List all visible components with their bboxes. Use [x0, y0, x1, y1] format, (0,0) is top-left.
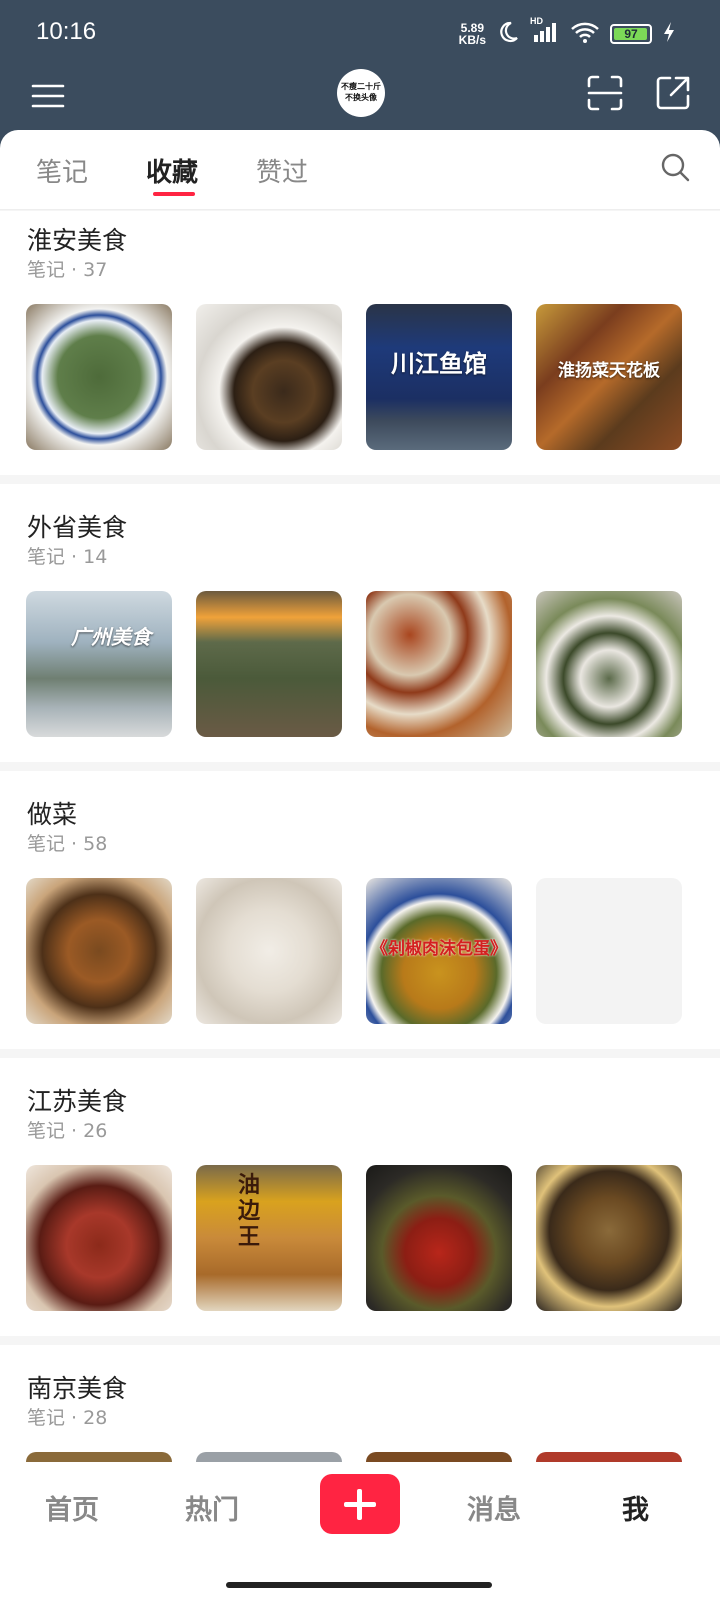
note-thumbnail[interactable]: [196, 591, 342, 737]
tab-collections[interactable]: 收藏: [146, 152, 198, 189]
collection-title: 江苏美食: [27, 1087, 128, 1116]
signal-icon: HD: [530, 16, 560, 48]
note-thumbnail[interactable]: [366, 591, 512, 737]
note-thumbnail[interactable]: [536, 591, 682, 737]
collection-card[interactable]: 做菜 笔记 · 58 《剁椒肉沫包蛋》: [0, 771, 720, 1049]
home-indicator: [226, 1582, 492, 1588]
nav-me[interactable]: 我: [622, 1488, 649, 1527]
search-button[interactable]: [658, 150, 692, 184]
nav-home[interactable]: 首页: [45, 1488, 99, 1527]
battery-icon: 97: [610, 24, 652, 44]
note-thumbnail[interactable]: [26, 1452, 172, 1462]
note-thumbnail[interactable]: 川江鱼馆: [366, 304, 512, 450]
network-label: HD: [530, 16, 543, 26]
collection-meta: 笔记 · 26: [27, 1120, 108, 1142]
menu-button[interactable]: [30, 78, 66, 114]
collection-card[interactable]: 南京美食 笔记 · 28: [0, 1345, 720, 1462]
collection-card[interactable]: 江苏美食 笔记 · 26 油边王: [0, 1058, 720, 1336]
status-icons: 5.89 KB/s HD 97: [459, 16, 676, 48]
note-thumbnail[interactable]: [536, 1165, 682, 1311]
avatar[interactable]: 不瘦二十斤 不换头像: [337, 69, 385, 117]
wifi-icon: [570, 20, 600, 48]
collection-meta: 笔记 · 37: [27, 259, 108, 281]
collection-card[interactable]: 淮安美食 笔记 · 37 川江鱼馆 淮扬菜天花板: [0, 211, 720, 475]
avatar-text-line2: 不换头像: [345, 93, 377, 102]
share-icon: [656, 76, 690, 110]
note-thumbnail[interactable]: 淮扬菜天花板: [536, 304, 682, 450]
nav-messages[interactable]: 消息: [467, 1488, 521, 1527]
scan-icon: [587, 75, 623, 111]
moon-icon: [496, 20, 520, 48]
collection-title: 外省美食: [27, 513, 128, 542]
battery-level: 97: [624, 27, 638, 41]
net-speed-unit: KB/s: [458, 33, 486, 47]
note-thumbnail[interactable]: [196, 304, 342, 450]
top-bar: 10:16 5.89 KB/s HD 97 不瘦二十斤 不换头像: [0, 0, 720, 150]
thumbnail-caption: 《剁椒肉沫包蛋》: [371, 939, 507, 959]
tab-notes[interactable]: 笔记: [36, 152, 88, 189]
collection-meta: 笔记 · 58: [27, 833, 108, 855]
status-bar: 10:16 5.89 KB/s HD 97: [0, 0, 720, 66]
share-button[interactable]: [654, 74, 692, 112]
bottom-navigation: 首页 热门 消息 我: [0, 1462, 720, 1600]
note-thumbnail-placeholder: [536, 878, 682, 1024]
search-icon: [661, 153, 690, 182]
collection-title: 做菜: [27, 800, 78, 829]
menu-icon: [31, 84, 65, 108]
avatar-text-line1: 不瘦二十斤: [341, 82, 381, 91]
note-thumbnail[interactable]: [366, 1452, 512, 1462]
charging-icon: [662, 20, 676, 48]
thumbnail-caption: 川江鱼馆: [391, 350, 487, 378]
note-thumbnail[interactable]: [366, 1165, 512, 1311]
publish-button[interactable]: [320, 1474, 400, 1534]
note-thumbnail[interactable]: 油边王: [196, 1165, 342, 1311]
tab-liked[interactable]: 赞过: [256, 152, 308, 189]
profile-header: 不瘦二十斤 不换头像: [0, 66, 720, 136]
note-thumbnail[interactable]: [196, 1452, 342, 1462]
nav-trending[interactable]: 热门: [185, 1488, 239, 1527]
note-thumbnail[interactable]: [26, 1165, 172, 1311]
note-thumbnail[interactable]: [196, 878, 342, 1024]
content-tabs: 笔记 收藏 赞过: [0, 130, 720, 210]
collection-card[interactable]: 外省美食 笔记 · 14 广州美食: [0, 484, 720, 762]
collection-meta: 笔记 · 14: [27, 546, 108, 568]
note-thumbnail[interactable]: [26, 304, 172, 450]
net-speed: 5.89 KB/s: [459, 22, 486, 46]
thumbnail-caption: 广州美食: [71, 625, 151, 649]
note-thumbnail[interactable]: [536, 1452, 682, 1462]
note-thumbnail[interactable]: 广州美食: [26, 591, 172, 737]
collection-meta: 笔记 · 28: [27, 1407, 108, 1429]
thumbnail-caption: 淮扬菜天花板: [558, 361, 660, 381]
collection-title: 淮安美食: [27, 226, 128, 255]
status-time: 10:16: [36, 18, 97, 45]
collection-title: 南京美食: [27, 1374, 128, 1403]
note-thumbnail[interactable]: 《剁椒肉沫包蛋》: [366, 878, 512, 1024]
scan-button[interactable]: [586, 74, 624, 112]
note-thumbnail[interactable]: [26, 878, 172, 1024]
active-tab-indicator: [153, 192, 195, 196]
thumbnail-caption: 油边王: [237, 1173, 260, 1250]
